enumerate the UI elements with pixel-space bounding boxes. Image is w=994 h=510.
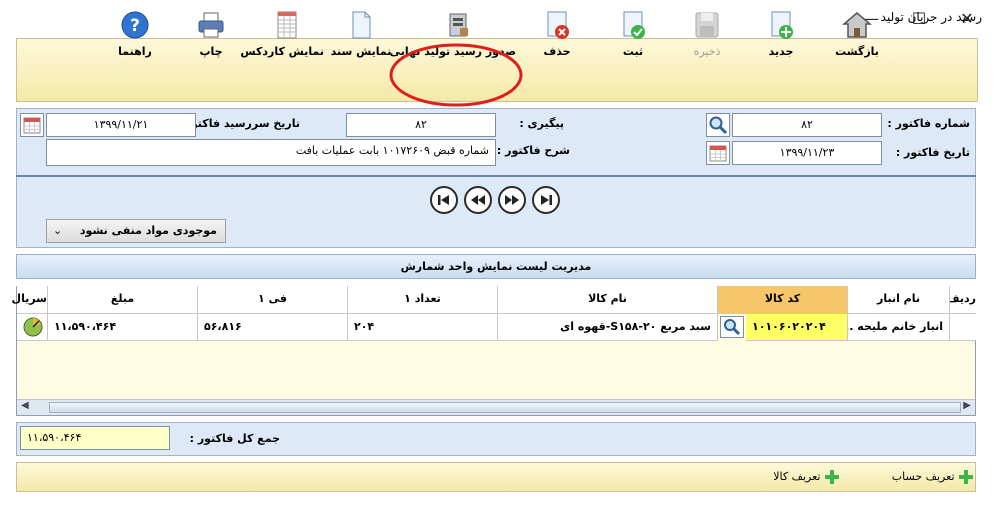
description-field[interactable]: شماره قبض ۱۰۱۷۲۶۰۹ بابت عملیات بافت bbox=[46, 139, 496, 166]
header-separator bbox=[16, 175, 976, 177]
toolbar-back-button[interactable]: بازگشت bbox=[820, 4, 894, 62]
nav-previous-button[interactable] bbox=[464, 186, 492, 214]
column-header-goods-code[interactable]: کد کالا bbox=[718, 286, 848, 314]
first-record-icon bbox=[438, 195, 449, 205]
scroll-right-arrow-icon[interactable]: ▶ bbox=[963, 400, 971, 411]
plus-icon bbox=[959, 470, 973, 484]
save-disk-icon bbox=[695, 12, 719, 38]
close-button[interactable]: ✕ bbox=[944, 4, 990, 34]
svg-text:?: ? bbox=[130, 16, 140, 36]
toolbar-delete-button[interactable]: حذف bbox=[520, 4, 594, 62]
scroll-left-arrow-icon[interactable]: ◀ bbox=[21, 400, 29, 411]
nav-next-button[interactable] bbox=[498, 186, 526, 214]
due-date-field[interactable]: ۱۳۹۹/۱۱/۲۱ bbox=[46, 113, 196, 137]
cell-warehouse[interactable]: انبار خانم ملیحه ... bbox=[848, 314, 950, 341]
delete-document-icon bbox=[547, 11, 569, 39]
invoice-total-field: ۱۱،۵۹۰،۴۶۴ bbox=[20, 426, 170, 450]
define-account-link[interactable]: تعریف حساب bbox=[884, 467, 974, 487]
highlight-ellipse bbox=[389, 43, 523, 107]
column-header-amount[interactable]: مبلغ bbox=[48, 286, 198, 314]
toolbar-register-button[interactable]: ثبت bbox=[596, 4, 670, 62]
cell-unit-price[interactable]: ۵۶،۸۱۶ bbox=[198, 314, 348, 341]
followup-label: پیگیری : bbox=[519, 117, 564, 130]
nav-first-button[interactable] bbox=[430, 186, 458, 214]
maximize-button[interactable]: ☐ bbox=[896, 4, 942, 34]
document-icon bbox=[352, 11, 371, 39]
calendar-icon bbox=[709, 145, 727, 162]
scrollbar-thumb[interactable] bbox=[49, 402, 961, 413]
column-header-quantity[interactable]: تعداد ۱ bbox=[348, 286, 498, 314]
toolbar-print-button[interactable]: چاپ bbox=[174, 4, 248, 62]
nav-last-button[interactable] bbox=[532, 186, 560, 214]
home-icon bbox=[842, 12, 872, 38]
search-icon bbox=[724, 319, 741, 336]
new-document-icon bbox=[771, 11, 793, 39]
negative-stock-dropdown[interactable]: موجودی مواد منفی نشود ⌄ bbox=[46, 219, 226, 243]
cell-row-number[interactable] bbox=[950, 314, 976, 341]
printer-icon bbox=[198, 12, 224, 38]
confirm-check-icon bbox=[623, 11, 645, 39]
next-record-icon bbox=[505, 195, 519, 205]
cell-goods-name[interactable]: سبد مربع ۲۰-S۱۵۸-قهوه ای bbox=[498, 314, 718, 341]
invoice-number-field[interactable]: ۸۲ bbox=[732, 113, 882, 137]
issue-final-receipt-icon bbox=[449, 13, 468, 37]
grid-horizontal-scrollbar[interactable]: ◀ ▶ bbox=[17, 399, 975, 415]
followup-field[interactable]: ۸۲ bbox=[346, 113, 496, 137]
cell-amount[interactable]: ۱۱،۵۹۰،۴۶۴ bbox=[48, 314, 198, 341]
define-goods-link[interactable]: تعریف کالا bbox=[760, 467, 840, 487]
cell-quantity[interactable]: ۲۰۴ bbox=[348, 314, 498, 341]
last-record-icon bbox=[541, 195, 552, 205]
chevron-down-icon: ⌄ bbox=[53, 224, 63, 237]
invoice-date-picker-button[interactable] bbox=[706, 141, 730, 165]
column-header-row-number[interactable]: ردیف bbox=[947, 286, 976, 314]
cell-goods-code[interactable]: ۱۰۱۰۶۰۲۰۲۰۴ bbox=[746, 314, 848, 341]
column-header-goods-name[interactable]: نام کالا bbox=[498, 286, 718, 314]
count-unit-list-caption[interactable]: مدیریت لیست نمایش واحد شمارش bbox=[16, 254, 976, 279]
invoice-number-label: شماره فاکتور : bbox=[887, 117, 970, 130]
toolbar-help-button[interactable]: ? راهنما bbox=[98, 4, 172, 62]
goods-code-search-button[interactable] bbox=[720, 316, 744, 338]
toolbar-new-button[interactable]: جدید bbox=[744, 4, 818, 62]
column-header-warehouse[interactable]: نام انبار bbox=[848, 286, 950, 314]
column-header-serial[interactable]: سریال bbox=[12, 286, 48, 314]
invoice-date-label: تاریخ فاکتور : bbox=[895, 146, 970, 159]
due-date-picker-button[interactable] bbox=[20, 113, 44, 137]
previous-record-icon bbox=[471, 195, 485, 205]
negative-stock-selected: موجودی مواد منفی نشود bbox=[79, 224, 217, 237]
description-label: شرح فاکتور : bbox=[496, 144, 570, 157]
help-icon: ? bbox=[121, 11, 149, 39]
toolbar-save-button[interactable]: ذخیره bbox=[670, 4, 744, 62]
cell-serial[interactable] bbox=[17, 314, 48, 341]
toolbar-show-cardex-button[interactable]: نمایش کاردکس bbox=[240, 4, 324, 62]
column-header-unit-price[interactable]: فی ۱ bbox=[198, 286, 348, 314]
invoice-search-button[interactable] bbox=[706, 113, 730, 137]
search-icon bbox=[709, 116, 728, 135]
toolbar-show-voucher-button[interactable]: نمایش سند bbox=[324, 4, 398, 62]
invoice-date-field[interactable]: ۱۳۹۹/۱۱/۲۳ bbox=[732, 141, 882, 165]
invoice-total-label: جمع کل فاکتور : bbox=[189, 432, 280, 445]
cardex-sheet-icon bbox=[277, 11, 297, 39]
plus-icon bbox=[825, 470, 839, 484]
serial-gauge-icon bbox=[23, 317, 43, 337]
calendar-icon bbox=[23, 117, 41, 134]
